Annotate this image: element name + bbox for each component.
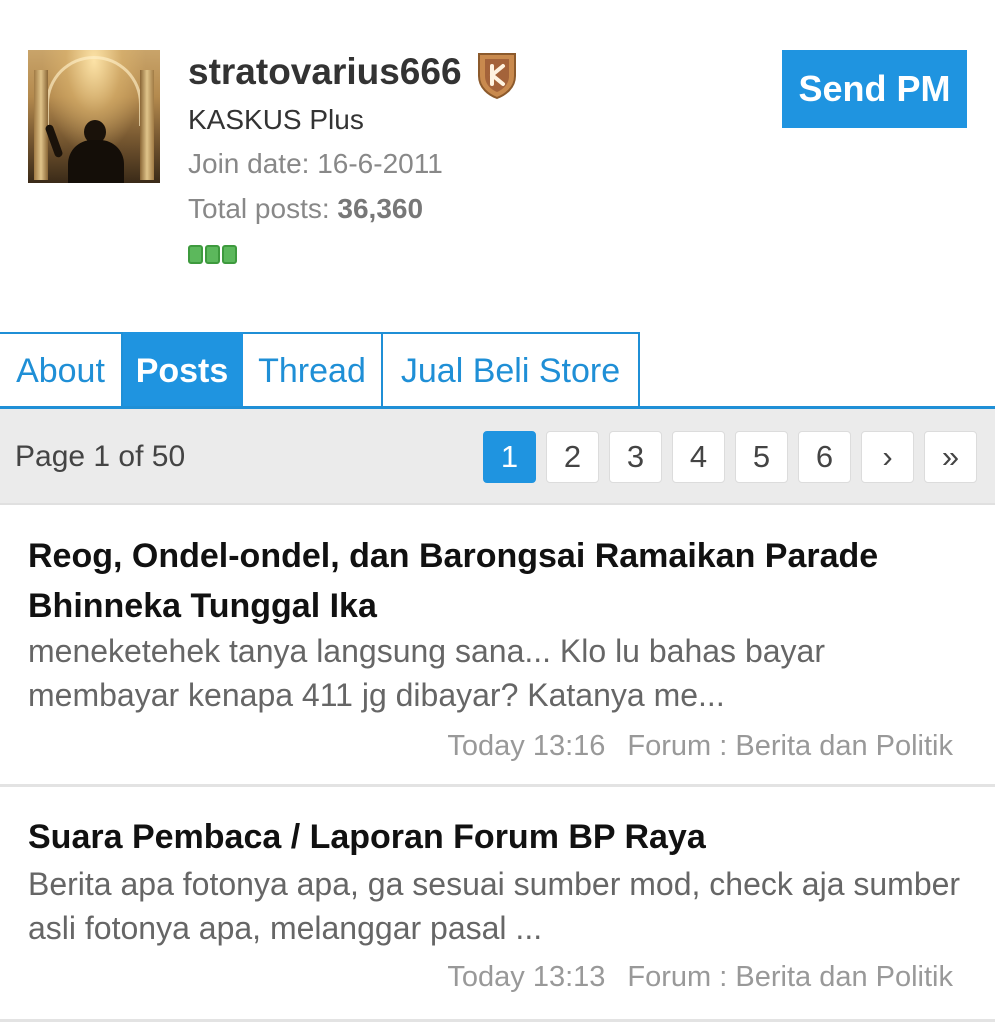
post-time: Today 13:16 (447, 730, 606, 762)
total-posts: Total posts: 36,360 (188, 192, 423, 226)
page-button-2[interactable]: 2 (546, 431, 599, 483)
reputation-pip (205, 245, 220, 264)
tab-thread[interactable]: Thread (243, 332, 383, 408)
username: stratovarius666 (188, 51, 462, 92)
post-title[interactable]: Suara Pembaca / Laporan Forum BP Raya (28, 812, 968, 862)
post-forum[interactable]: Forum : Berita dan Politik (627, 730, 953, 762)
avatar[interactable] (28, 50, 160, 183)
join-date: Join date: 16-6-2011 (188, 148, 443, 179)
pagination-bar: Page 1 of 50 1 2 3 4 5 6 › » (0, 409, 995, 505)
page-indicator: Page 1 of 50 (15, 440, 186, 473)
tab-about[interactable]: About (0, 332, 123, 408)
post-meta: Today 13:16 Forum : Berita dan Politik (447, 728, 953, 764)
reputation-bar (188, 245, 237, 264)
send-pm-button[interactable]: Send PM (782, 50, 967, 128)
profile-header: stratovarius666 KASKUS Plus Join date: 1… (0, 0, 995, 330)
post-forum[interactable]: Forum : Berita dan Politik (627, 961, 953, 993)
kaskus-shield-icon (475, 50, 519, 100)
user-rank: KASKUS Plus (188, 104, 364, 135)
page-button-6[interactable]: 6 (798, 431, 851, 483)
page-button-3[interactable]: 3 (609, 431, 662, 483)
post-excerpt: meneketehek tanya langsung sana... Klo l… (28, 633, 825, 713)
post-title[interactable]: Reog, Ondel-ondel, dan Barongsai Ramaika… (28, 531, 968, 631)
profile-tabs: About Posts Thread Jual Beli Store (0, 332, 640, 408)
post-excerpt: Berita apa fotonya apa, ga sesuai sumber… (28, 866, 961, 946)
last-page-button[interactable]: » (924, 431, 977, 483)
total-posts-label: Total posts: (188, 193, 338, 224)
list-item[interactable]: Suara Pembaca / Laporan Forum BP Raya Be… (0, 787, 995, 1022)
post-time: Today 13:13 (447, 961, 606, 993)
post-meta: Today 13:13 Forum : Berita dan Politik (447, 959, 953, 995)
page-button-5[interactable]: 5 (735, 431, 788, 483)
tab-posts[interactable]: Posts (123, 332, 243, 408)
list-item[interactable]: Reog, Ondel-ondel, dan Barongsai Ramaika… (0, 507, 995, 787)
reputation-pip (188, 245, 203, 264)
next-page-button[interactable]: › (861, 431, 914, 483)
page-button-1[interactable]: 1 (483, 431, 536, 483)
tab-jual-beli-store[interactable]: Jual Beli Store (383, 332, 640, 408)
page-button-4[interactable]: 4 (672, 431, 725, 483)
total-posts-value: 36,360 (337, 193, 424, 224)
reputation-pip (222, 245, 237, 264)
